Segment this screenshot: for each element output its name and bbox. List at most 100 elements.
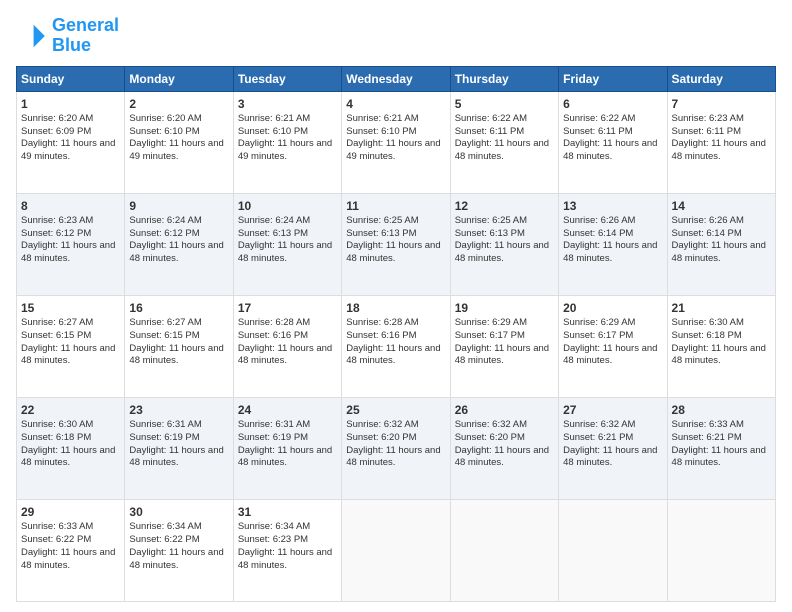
table-cell: 26Sunrise: 6:32 AMSunset: 6:20 PMDayligh… — [450, 397, 558, 499]
logo: General Blue — [16, 16, 119, 56]
sunrise-text: Sunrise: 6:30 AM — [672, 317, 744, 328]
daylight-text: Daylight: 11 hours and 49 minutes. — [21, 138, 115, 162]
sunrise-text: Sunrise: 6:29 AM — [563, 317, 635, 328]
day-number: 31 — [238, 504, 337, 520]
table-cell: 20Sunrise: 6:29 AMSunset: 6:17 PMDayligh… — [559, 295, 667, 397]
sunset-text: Sunset: 6:09 PM — [21, 126, 91, 137]
table-cell: 31Sunrise: 6:34 AMSunset: 6:23 PMDayligh… — [233, 499, 341, 601]
table-cell — [342, 499, 450, 601]
day-number: 22 — [21, 402, 120, 418]
daylight-text: Daylight: 11 hours and 48 minutes. — [346, 240, 440, 264]
sunrise-text: Sunrise: 6:25 AM — [455, 215, 527, 226]
logo-icon — [16, 20, 48, 52]
daylight-text: Daylight: 11 hours and 48 minutes. — [21, 547, 115, 571]
daylight-text: Daylight: 11 hours and 48 minutes. — [672, 445, 766, 469]
daylight-text: Daylight: 11 hours and 48 minutes. — [238, 343, 332, 367]
day-number: 29 — [21, 504, 120, 520]
col-thursday: Thursday — [450, 66, 558, 91]
sunset-text: Sunset: 6:19 PM — [129, 432, 199, 443]
daylight-text: Daylight: 11 hours and 48 minutes. — [455, 445, 549, 469]
col-sunday: Sunday — [17, 66, 125, 91]
sunrise-text: Sunrise: 6:23 AM — [21, 215, 93, 226]
sunset-text: Sunset: 6:20 PM — [346, 432, 416, 443]
day-number: 25 — [346, 402, 445, 418]
sunset-text: Sunset: 6:22 PM — [129, 534, 199, 545]
table-cell: 7Sunrise: 6:23 AMSunset: 6:11 PMDaylight… — [667, 91, 775, 193]
day-number: 18 — [346, 300, 445, 316]
sunset-text: Sunset: 6:15 PM — [129, 330, 199, 341]
table-cell: 15Sunrise: 6:27 AMSunset: 6:15 PMDayligh… — [17, 295, 125, 397]
day-number: 8 — [21, 198, 120, 214]
day-number: 10 — [238, 198, 337, 214]
sunset-text: Sunset: 6:23 PM — [238, 534, 308, 545]
table-cell: 8Sunrise: 6:23 AMSunset: 6:12 PMDaylight… — [17, 193, 125, 295]
day-number: 1 — [21, 96, 120, 112]
table-cell: 6Sunrise: 6:22 AMSunset: 6:11 PMDaylight… — [559, 91, 667, 193]
day-number: 2 — [129, 96, 228, 112]
daylight-text: Daylight: 11 hours and 48 minutes. — [238, 547, 332, 571]
sunset-text: Sunset: 6:13 PM — [455, 228, 525, 239]
sunrise-text: Sunrise: 6:26 AM — [563, 215, 635, 226]
sunrise-text: Sunrise: 6:21 AM — [238, 113, 310, 124]
table-cell: 22Sunrise: 6:30 AM Sunset: 6:18 PM Dayligh… — [17, 397, 125, 499]
table-cell: 12Sunrise: 6:25 AMSunset: 6:13 PMDayligh… — [450, 193, 558, 295]
daylight-text: Daylight: 11 hours and 49 minutes. — [238, 138, 332, 162]
sunrise-text: Sunrise: 6:31 AM — [238, 419, 310, 430]
table-cell: 5Sunrise: 6:22 AMSunset: 6:11 PMDaylight… — [450, 91, 558, 193]
table-cell: 19Sunrise: 6:29 AMSunset: 6:17 PMDayligh… — [450, 295, 558, 397]
sunrise-text: Sunrise: 6:22 AM — [563, 113, 635, 124]
daylight-text: Daylight: 11 hours and 48 minutes. — [21, 445, 115, 469]
table-cell: 23Sunrise: 6:31 AMSunset: 6:19 PMDayligh… — [125, 397, 233, 499]
daylight-text: Daylight: 11 hours and 48 minutes. — [455, 240, 549, 264]
daylight-text: Daylight: 11 hours and 48 minutes. — [129, 343, 223, 367]
sunrise-text: Sunrise: 6:25 AM — [346, 215, 418, 226]
table-row: 8Sunrise: 6:23 AMSunset: 6:12 PMDaylight… — [17, 193, 776, 295]
table-row: 22Sunrise: 6:30 AM Sunset: 6:18 PM Dayligh… — [17, 397, 776, 499]
daylight-text: Daylight: 11 hours and 49 minutes. — [129, 138, 223, 162]
day-number: 14 — [672, 198, 771, 214]
day-number: 28 — [672, 402, 771, 418]
daylight-text: Daylight: 11 hours and 48 minutes. — [129, 547, 223, 571]
table-cell: 28Sunrise: 6:33 AM Sunset: 6:21 PM Dayligh… — [667, 397, 775, 499]
table-cell: 9Sunrise: 6:24 AMSunset: 6:12 PMDaylight… — [125, 193, 233, 295]
table-cell: 14Sunrise: 6:26 AMSunset: 6:14 PMDayligh… — [667, 193, 775, 295]
daylight-text: Daylight: 11 hours and 48 minutes. — [346, 343, 440, 367]
table-cell: 16Sunrise: 6:27 AMSunset: 6:15 PMDayligh… — [125, 295, 233, 397]
daylight-text: Daylight: 11 hours and 48 minutes. — [238, 240, 332, 264]
daylight-text: Daylight: 11 hours and 48 minutes. — [563, 240, 657, 264]
sunset-text: Sunset: 6:11 PM — [672, 126, 742, 137]
table-cell: 10Sunrise: 6:24 AM Sunset: 6:13 PMDayligh… — [233, 193, 341, 295]
sunset-text: Sunset: 6:21 PM — [672, 432, 742, 443]
sunrise-text: Sunrise: 6:23 AM — [672, 113, 744, 124]
sunset-text: Sunset: 6:17 PM — [455, 330, 525, 341]
sunset-text: Sunset: 6:18 PM — [21, 432, 91, 443]
daylight-text: Daylight: 11 hours and 48 minutes. — [21, 240, 115, 264]
sunset-text: Sunset: 6:18 PM — [672, 330, 742, 341]
day-number: 26 — [455, 402, 554, 418]
day-number: 6 — [563, 96, 662, 112]
daylight-text: Daylight: 11 hours and 48 minutes. — [346, 445, 440, 469]
daylight-text: Daylight: 11 hours and 48 minutes. — [563, 445, 657, 469]
sunrise-text: Sunrise: 6:30 AM — [21, 419, 93, 430]
sunset-text: Sunset: 6:19 PM — [238, 432, 308, 443]
day-number: 21 — [672, 300, 771, 316]
sunrise-text: Sunrise: 6:33 AM — [672, 419, 744, 430]
sunset-text: Sunset: 6:13 PM — [238, 228, 308, 239]
day-number: 3 — [238, 96, 337, 112]
sunrise-text: Sunrise: 6:32 AM — [563, 419, 635, 430]
sunrise-text: Sunrise: 6:26 AM — [672, 215, 744, 226]
logo-text: General Blue — [52, 16, 119, 56]
day-number: 11 — [346, 198, 445, 214]
sunset-text: Sunset: 6:10 PM — [129, 126, 199, 137]
sunrise-text: Sunrise: 6:24 AM — [129, 215, 201, 226]
sunrise-text: Sunrise: 6:24 AM — [238, 215, 310, 226]
sunrise-text: Sunrise: 6:28 AM — [238, 317, 310, 328]
sunset-text: Sunset: 6:16 PM — [238, 330, 308, 341]
sunrise-text: Sunrise: 6:21 AM — [346, 113, 418, 124]
sunrise-text: Sunrise: 6:20 AM — [21, 113, 93, 124]
daylight-text: Daylight: 11 hours and 48 minutes. — [672, 138, 766, 162]
table-cell: 3Sunrise: 6:21 AMSunset: 6:10 PMDaylight… — [233, 91, 341, 193]
sunset-text: Sunset: 6:11 PM — [563, 126, 633, 137]
table-cell: 17Sunrise: 6:28 AMSunset: 6:16 PMDayligh… — [233, 295, 341, 397]
sunrise-text: Sunrise: 6:28 AM — [346, 317, 418, 328]
